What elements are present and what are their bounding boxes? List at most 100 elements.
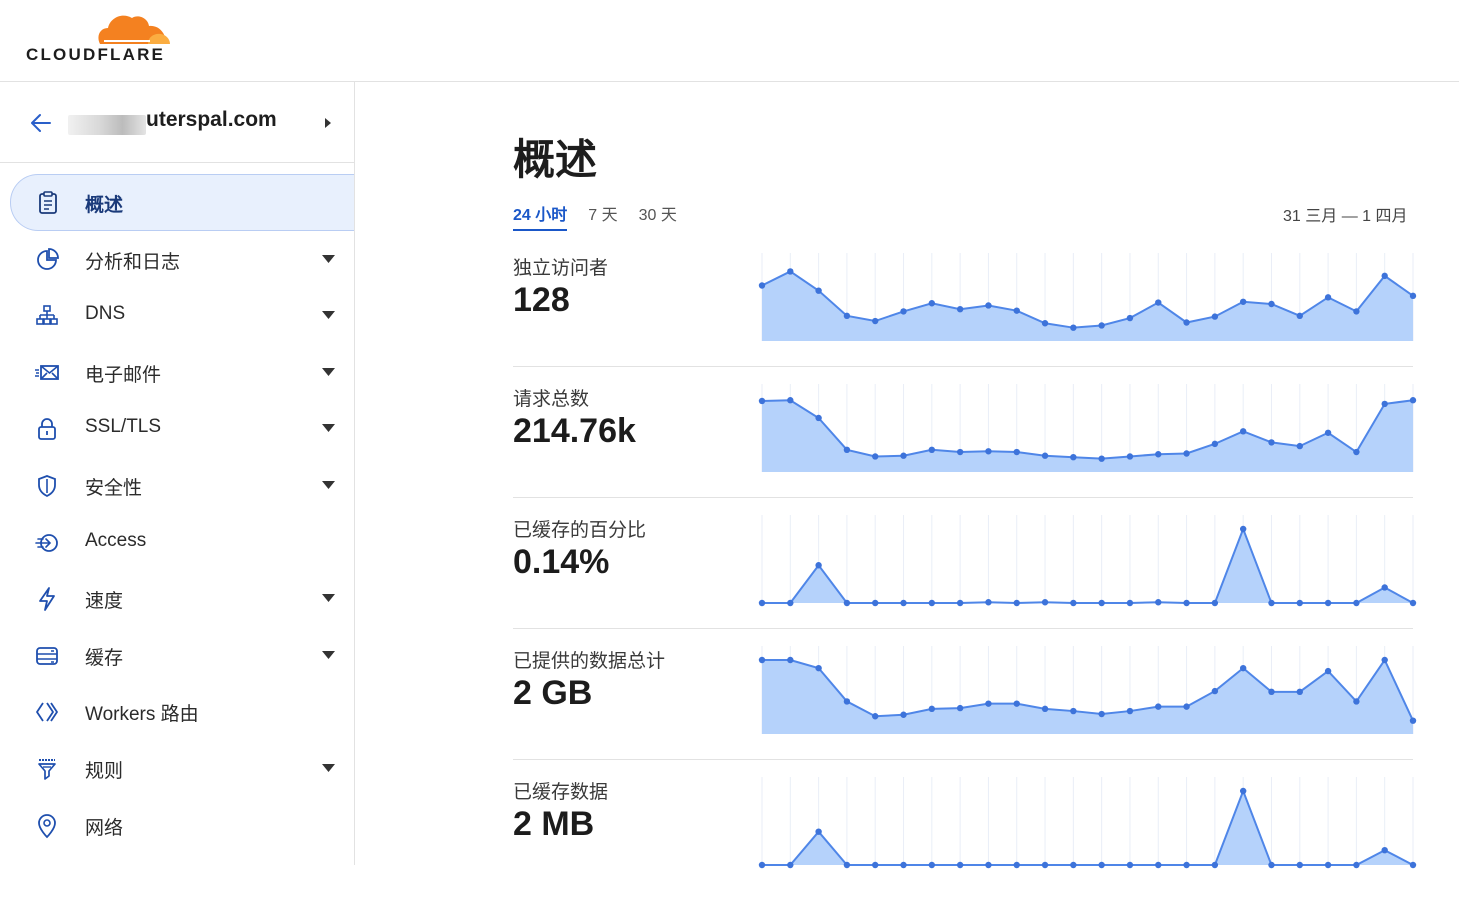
chart-point[interactable] xyxy=(1381,272,1388,280)
chart-point[interactable] xyxy=(1268,688,1275,696)
chart-point[interactable] xyxy=(1268,861,1275,869)
chart-point[interactable] xyxy=(872,713,879,720)
chart-point[interactable] xyxy=(928,861,936,869)
chart-point[interactable] xyxy=(1296,688,1303,696)
chart-point[interactable] xyxy=(928,446,936,453)
chart-point[interactable] xyxy=(900,711,907,718)
chart-point[interactable] xyxy=(1155,703,1162,710)
chart-point[interactable] xyxy=(1324,599,1332,607)
domain-name[interactable]: uterspal.com xyxy=(146,108,277,132)
caret-down-icon[interactable] xyxy=(322,254,335,263)
back-arrow-icon[interactable] xyxy=(28,110,54,136)
chart-point[interactable] xyxy=(787,861,794,869)
chart-point[interactable] xyxy=(1041,452,1049,459)
domain-switcher[interactable]: uterspal.com xyxy=(0,82,354,163)
chart-point[interactable] xyxy=(1070,454,1077,461)
sidebar-item-pie-chart[interactable]: 分析和日志 xyxy=(0,231,354,288)
chart-point[interactable] xyxy=(1041,320,1049,327)
chart-point[interactable] xyxy=(1098,322,1105,329)
chart-point[interactable] xyxy=(1070,599,1077,607)
tab-range-0[interactable]: 24 小时 xyxy=(513,201,568,231)
chart-point[interactable] xyxy=(1268,599,1275,607)
chart-point[interactable] xyxy=(1381,656,1388,664)
chart-point[interactable] xyxy=(1239,428,1247,435)
chart-point[interactable] xyxy=(956,599,964,607)
chart-point[interactable] xyxy=(1183,450,1190,457)
chart-point[interactable] xyxy=(815,287,822,294)
chart-point[interactable] xyxy=(985,861,992,869)
chart-point[interactable] xyxy=(1183,599,1190,607)
chart-point[interactable] xyxy=(1013,448,1020,456)
chart-point[interactable] xyxy=(1381,584,1388,591)
chart-point[interactable] xyxy=(1013,861,1020,869)
chart-point[interactable] xyxy=(1098,861,1105,869)
chart-point[interactable] xyxy=(1155,451,1162,458)
chart-point[interactable] xyxy=(1324,667,1332,675)
chart-point[interactable] xyxy=(758,656,766,664)
chart-point[interactable] xyxy=(815,414,822,422)
chart-point[interactable] xyxy=(843,698,851,705)
chart-point[interactable] xyxy=(843,599,851,607)
chart-point[interactable] xyxy=(872,861,879,869)
chart-point[interactable] xyxy=(1409,861,1417,869)
chart-point[interactable] xyxy=(1296,442,1303,450)
chart-point[interactable] xyxy=(1239,664,1247,672)
chart-point[interactable] xyxy=(1353,599,1360,607)
chart-point[interactable] xyxy=(928,599,936,607)
chart-point[interactable] xyxy=(1409,292,1417,300)
chart-point[interactable] xyxy=(985,302,992,309)
chart-point[interactable] xyxy=(1211,861,1219,869)
chart-point[interactable] xyxy=(1324,429,1332,436)
chart-point[interactable] xyxy=(1098,599,1105,607)
chart-point[interactable] xyxy=(872,317,879,325)
chart-point[interactable] xyxy=(1183,861,1190,869)
chart-point[interactable] xyxy=(1098,455,1105,462)
caret-down-icon[interactable] xyxy=(322,763,335,772)
chart-point[interactable] xyxy=(1381,847,1388,854)
chart-point[interactable] xyxy=(1070,707,1077,715)
sidebar-item-workers[interactable]: Workers 路由 xyxy=(0,683,354,740)
chart-point[interactable] xyxy=(1098,710,1105,718)
chart-point[interactable] xyxy=(872,599,879,607)
chart-point[interactable] xyxy=(956,305,964,313)
chart-point[interactable] xyxy=(787,397,794,404)
chart-point[interactable] xyxy=(1013,599,1020,607)
chart-point[interactable] xyxy=(1041,705,1049,713)
chart-point[interactable] xyxy=(843,861,851,869)
chart-point[interactable] xyxy=(1239,525,1247,533)
chart-point[interactable] xyxy=(900,452,907,459)
sidebar-item-lightning[interactable]: 速度 xyxy=(0,570,354,627)
chart-point[interactable] xyxy=(956,448,964,456)
caret-down-icon[interactable] xyxy=(322,650,335,659)
chart-point[interactable] xyxy=(1183,703,1190,710)
tab-range-1[interactable]: 7 天 xyxy=(588,201,617,231)
chart-point[interactable] xyxy=(843,312,851,320)
chart-point[interactable] xyxy=(815,828,822,835)
sidebar-item-shield[interactable]: 安全性 xyxy=(0,457,354,514)
sidebar-item-storage[interactable]: 缓存 xyxy=(0,627,354,684)
chart-point[interactable] xyxy=(1126,314,1134,322)
chart-point[interactable] xyxy=(787,599,794,607)
chart-point[interactable] xyxy=(843,446,851,453)
chart-point[interactable] xyxy=(1013,700,1020,707)
chart-point[interactable] xyxy=(928,705,936,713)
chart-point[interactable] xyxy=(1070,861,1077,869)
chart-point[interactable] xyxy=(985,448,992,455)
chart-point[interactable] xyxy=(872,453,879,460)
chart-point[interactable] xyxy=(900,599,907,607)
chart-point[interactable] xyxy=(1409,717,1417,724)
caret-down-icon[interactable] xyxy=(322,311,335,320)
chart-point[interactable] xyxy=(1126,861,1134,869)
chart-point[interactable] xyxy=(1296,599,1303,607)
chart-point[interactable] xyxy=(1070,324,1077,331)
chart-point[interactable] xyxy=(928,300,936,307)
chart-point[interactable] xyxy=(1268,439,1275,446)
chart-point[interactable] xyxy=(985,700,992,707)
chart-point[interactable] xyxy=(1353,698,1360,705)
chart-point[interactable] xyxy=(787,656,794,664)
chart-point[interactable] xyxy=(1409,397,1417,404)
chart-point[interactable] xyxy=(815,664,822,672)
chart-point[interactable] xyxy=(1211,599,1219,607)
chart-point[interactable] xyxy=(1041,861,1049,869)
chart-point[interactable] xyxy=(1268,300,1275,308)
